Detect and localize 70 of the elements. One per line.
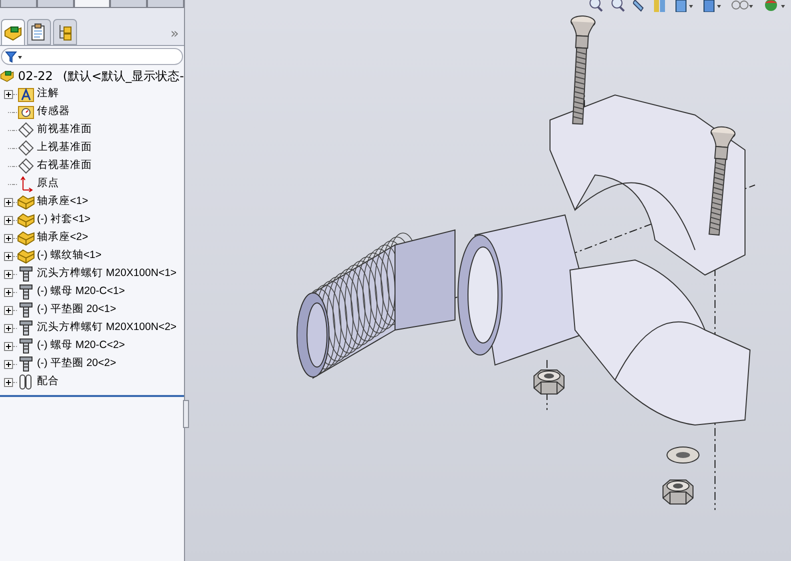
tree-item[interactable]: 沉头方榫螺钉 M20X100N<2> bbox=[37, 320, 177, 336]
tree-item[interactable]: 上视基准面 bbox=[37, 140, 92, 156]
plane-icon bbox=[18, 122, 34, 138]
bolt-icon bbox=[19, 266, 33, 282]
bolt-icon bbox=[19, 320, 33, 336]
expand-toggle-icon[interactable] bbox=[4, 288, 13, 296]
expand-toggle-icon[interactable] bbox=[4, 342, 13, 350]
bolt-icon bbox=[19, 284, 33, 300]
expand-panel-button[interactable]: » bbox=[170, 27, 179, 41]
part-icon bbox=[17, 248, 35, 264]
part-icon bbox=[17, 194, 35, 210]
glasses-icon[interactable] bbox=[731, 0, 755, 12]
filter-field[interactable] bbox=[1, 48, 183, 65]
paperclip-icon bbox=[18, 374, 34, 390]
tree-item[interactable]: (-) 螺母 M20-C<2> bbox=[37, 338, 125, 354]
expand-toggle-icon[interactable] bbox=[4, 378, 13, 386]
display-style-icon[interactable] bbox=[703, 0, 723, 12]
sensor-folder-icon bbox=[18, 105, 34, 119]
part-icon bbox=[17, 230, 35, 246]
plane-icon bbox=[18, 140, 34, 156]
tree-item[interactable]: 前视基准面 bbox=[37, 122, 92, 138]
tree-item[interactable]: (-) 螺母 M20-C<1> bbox=[37, 284, 125, 300]
configuration-tree-icon bbox=[57, 23, 73, 41]
bolt-icon bbox=[19, 302, 33, 318]
part-icon bbox=[17, 212, 35, 228]
command-tab[interactable] bbox=[74, 0, 110, 8]
bolt-icon bbox=[19, 356, 33, 372]
configuration-name: (默认<默认_显示状态- bbox=[62, 68, 184, 85]
panel-tab[interactable] bbox=[1, 19, 25, 45]
view-orientation-icon[interactable] bbox=[675, 0, 695, 12]
assembly-name[interactable]: 02-22 bbox=[18, 67, 53, 85]
tree-item[interactable]: 原点 bbox=[37, 176, 59, 192]
clipboard-icon bbox=[31, 23, 47, 41]
panel-tab[interactable] bbox=[27, 19, 51, 45]
tree-item[interactable]: 轴承座<2> bbox=[37, 230, 88, 246]
bolt-icon bbox=[19, 338, 33, 354]
tree-item[interactable]: (-) 平垫圈 20<1> bbox=[37, 302, 116, 318]
annotation-folder-icon bbox=[18, 86, 34, 102]
origin-axes-icon bbox=[19, 176, 33, 192]
expand-toggle-icon[interactable] bbox=[4, 360, 13, 368]
tree-item[interactable]: 右视基准面 bbox=[37, 158, 92, 174]
zoom-out-icon[interactable] bbox=[611, 0, 625, 12]
filter-icon bbox=[5, 50, 23, 62]
tree-item[interactable]: (-) 平垫圈 20<2> bbox=[37, 356, 116, 372]
panel-tab[interactable] bbox=[53, 19, 77, 45]
command-tab[interactable] bbox=[147, 0, 184, 8]
tree-item[interactable]: (-) 螺纹轴<1> bbox=[37, 248, 102, 264]
tree-item[interactable]: 配合 bbox=[37, 374, 59, 390]
expand-toggle-icon[interactable] bbox=[4, 324, 13, 332]
expand-toggle-icon[interactable] bbox=[4, 270, 13, 278]
zoom-in-icon[interactable] bbox=[589, 0, 603, 12]
expand-toggle-icon[interactable] bbox=[4, 90, 13, 98]
expand-toggle-icon[interactable] bbox=[4, 252, 13, 260]
magnifier-icon[interactable] bbox=[633, 0, 645, 12]
tree-item[interactable]: 注解 bbox=[37, 86, 59, 102]
panel-splitter-handle[interactable] bbox=[183, 400, 189, 428]
expand-toggle-icon[interactable] bbox=[4, 198, 13, 206]
tree-item[interactable]: (-) 衬套<1> bbox=[37, 212, 91, 228]
scene-icon[interactable] bbox=[763, 0, 787, 12]
tree-item[interactable]: 沉头方榫螺钉 M20X100N<1> bbox=[37, 266, 177, 282]
tree-item[interactable]: 传感器 bbox=[37, 104, 70, 120]
expand-toggle-icon[interactable] bbox=[4, 306, 13, 314]
expand-toggle-icon[interactable] bbox=[4, 234, 13, 242]
plane-icon bbox=[18, 158, 34, 174]
assembly-icon bbox=[4, 24, 22, 42]
expand-toggle-icon[interactable] bbox=[4, 216, 13, 224]
command-tab[interactable] bbox=[36, 0, 74, 8]
command-tab[interactable] bbox=[110, 0, 148, 8]
command-tab[interactable] bbox=[0, 0, 37, 8]
tree-item[interactable]: 轴承座<1> bbox=[37, 194, 88, 210]
